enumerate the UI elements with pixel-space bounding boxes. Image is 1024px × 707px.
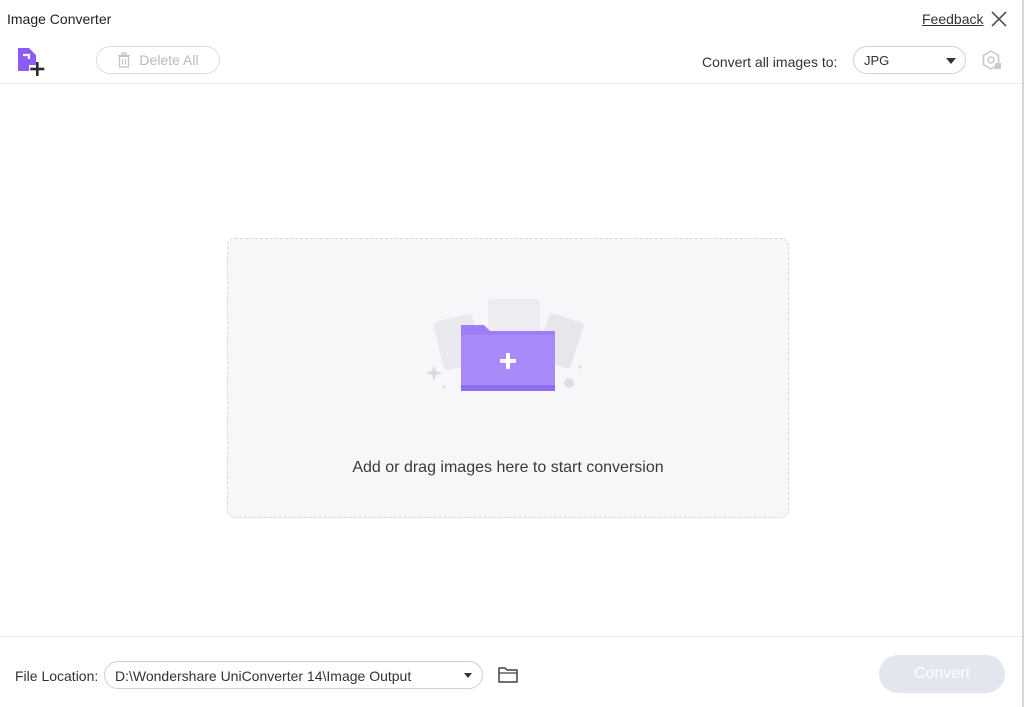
drop-instruction-text: Add or drag images here to start convers… (352, 459, 664, 476)
settings-button[interactable] (980, 49, 1002, 71)
title-bar: Image Converter Feedback (0, 0, 1022, 40)
feedback-link[interactable]: Feedback (922, 11, 983, 27)
add-file-button[interactable] (14, 46, 48, 76)
folder-add-icon (426, 299, 584, 391)
drop-zone[interactable]: Add or drag images here to start convers… (227, 238, 789, 518)
file-location-value: D:\Wondershare UniConverter 14\Image Out… (115, 668, 412, 684)
main-area: Add or drag images here to start convers… (0, 84, 1022, 636)
trash-icon (118, 52, 131, 68)
output-format-select[interactable]: JPG (853, 46, 966, 74)
open-folder-button[interactable] (497, 665, 519, 685)
add-file-icon (18, 48, 45, 76)
chevron-down-icon (946, 58, 956, 64)
file-location-label: File Location: (15, 668, 99, 684)
close-button[interactable] (988, 8, 1010, 30)
folder-icon (498, 667, 518, 683)
footer-bar: File Location: D:\Wondershare UniConvert… (0, 636, 1022, 707)
convert-all-label: Convert all images to: (702, 54, 838, 70)
file-location-select[interactable]: D:\Wondershare UniConverter 14\Image Out… (104, 661, 483, 689)
settings-icon (982, 50, 1001, 70)
chevron-down-icon (464, 673, 472, 678)
toolbar: Delete All Convert all images to: JPG (0, 40, 1022, 84)
output-format-value: JPG (864, 53, 890, 68)
convert-button[interactable]: Convert (879, 655, 1005, 693)
delete-all-button[interactable]: Delete All (96, 46, 220, 74)
close-icon (991, 11, 1007, 27)
app-title: Image Converter (7, 11, 112, 27)
convert-button-label: Convert (913, 665, 971, 682)
delete-all-label: Delete All (139, 52, 199, 68)
image-converter-window: Image Converter Feedback Delete All Conv… (0, 0, 1024, 707)
